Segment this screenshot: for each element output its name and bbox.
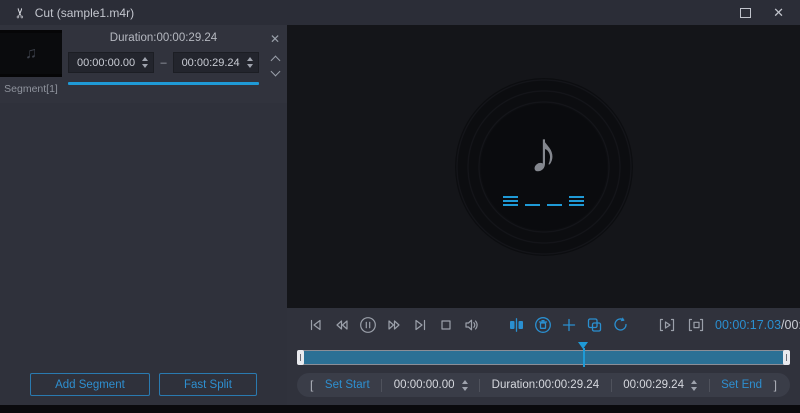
preview-area: ♪: [287, 25, 800, 308]
segment-end-input[interactable]: 00:00:29.24: [172, 52, 259, 73]
trim-divider: [381, 378, 383, 392]
trim-start-spinner[interactable]: [461, 379, 468, 391]
scissors-icon: ✂: [11, 6, 28, 19]
step-forward-icon[interactable]: [386, 317, 403, 333]
close-icon[interactable]: ✕: [773, 6, 784, 19]
equalizer-icon: [503, 192, 584, 206]
total-time: 00:00:29.24: [784, 317, 800, 332]
trim-start-value: 00:00:00.00: [393, 379, 455, 391]
music-notes-icon: ♫: [25, 44, 37, 62]
play-segment-icon[interactable]: [657, 317, 677, 333]
volume-icon[interactable]: [463, 317, 480, 333]
trim-duration-label: Duration:00:00:29.24: [491, 379, 600, 391]
trim-end-value: 00:00:29.24: [623, 379, 684, 391]
move-segment-down-icon[interactable]: [270, 66, 280, 77]
segment-item[interactable]: ♫ Segment[1] Duration:00:00:29.24 00:00:…: [0, 25, 287, 103]
spin-down-icon[interactable]: [690, 386, 697, 391]
trim-bar: [ Set Start 00:00:00.00 Duration:00:00:2…: [297, 373, 790, 397]
spin-down-icon[interactable]: [461, 386, 468, 391]
spin-up-icon[interactable]: [142, 57, 149, 61]
segment-end-spinner[interactable]: [247, 57, 253, 68]
bottom-strip: [0, 405, 800, 413]
delete-segment-icon[interactable]: [534, 316, 552, 334]
trim-start-input[interactable]: 00:00:00.00: [394, 379, 468, 391]
playhead-line: [582, 348, 585, 367]
maximize-icon[interactable]: [740, 7, 752, 18]
trim-divider: [479, 378, 481, 392]
timeline[interactable]: [297, 341, 790, 370]
spin-up-icon[interactable]: [461, 379, 468, 384]
set-end-button[interactable]: Set End: [721, 379, 762, 391]
stop-icon[interactable]: [438, 317, 454, 333]
move-segment-up-icon[interactable]: [270, 55, 280, 66]
time-display: 00:00:17.03/00:00:29.24: [715, 318, 800, 332]
spin-up-icon[interactable]: [690, 379, 697, 384]
segment-thumbnail[interactable]: ♫: [0, 30, 62, 77]
set-start-button[interactable]: Set Start: [325, 379, 370, 391]
segment-range-bar: [68, 82, 259, 85]
fast-split-button[interactable]: Fast Split: [158, 373, 257, 396]
timeline-track[interactable]: [297, 350, 790, 365]
add-segment-icon[interactable]: [561, 317, 577, 333]
range-dash: –: [160, 56, 167, 69]
spin-up-icon[interactable]: [247, 57, 253, 61]
add-segment-button[interactable]: Add Segment: [30, 373, 150, 396]
control-bar: 00:00:17.03/00:00:29.24 [: [287, 308, 800, 405]
segment-end-value: 00:00:29.24: [181, 56, 240, 69]
skip-start-icon[interactable]: [307, 317, 324, 333]
segment-label: Segment[1]: [4, 83, 58, 95]
title-bar: ✂ Cut (sample1.m4r) ✕: [0, 0, 800, 25]
trim-end-spinner[interactable]: [690, 379, 697, 391]
remove-segment-icon[interactable]: ✕: [270, 33, 280, 45]
segment-panel: ♫ Segment[1] Duration:00:00:29.24 00:00:…: [0, 25, 287, 405]
copy-segment-icon[interactable]: [586, 317, 603, 333]
trim-divider: [610, 378, 612, 392]
audio-disc: ♪: [454, 77, 633, 256]
window-title: Cut (sample1.m4r): [34, 5, 135, 20]
spin-down-icon[interactable]: [247, 64, 253, 68]
segment-start-spinner[interactable]: [142, 57, 149, 68]
step-back-icon[interactable]: [333, 317, 350, 333]
spin-down-icon[interactable]: [142, 64, 149, 68]
segment-list-empty-area: [0, 103, 287, 373]
end-bracket: ]: [773, 378, 777, 392]
trim-end-input[interactable]: 00:00:29.24: [623, 379, 697, 391]
start-bracket: [: [310, 378, 314, 392]
cut-dialog-window: ✂ Cut (sample1.m4r) ✕ ♫ Segment[1] Durat…: [0, 0, 800, 413]
segment-duration-label: Duration:00:00:29.24: [109, 32, 218, 44]
trim-handle-start[interactable]: [297, 350, 304, 365]
music-note-icon: ♪: [529, 119, 558, 185]
trim-divider: [708, 378, 710, 392]
stop-segment-icon[interactable]: [686, 317, 706, 333]
current-time: 00:00:17.03: [715, 317, 782, 332]
trim-handle-end[interactable]: [783, 350, 790, 365]
split-segment-icon[interactable]: [508, 317, 525, 333]
skip-end-icon[interactable]: [412, 317, 429, 333]
pause-icon[interactable]: [359, 316, 377, 334]
segment-start-value: 00:00:00.00: [77, 56, 136, 69]
reset-icon[interactable]: [612, 316, 629, 333]
segment-start-input[interactable]: 00:00:00.00: [68, 52, 155, 73]
